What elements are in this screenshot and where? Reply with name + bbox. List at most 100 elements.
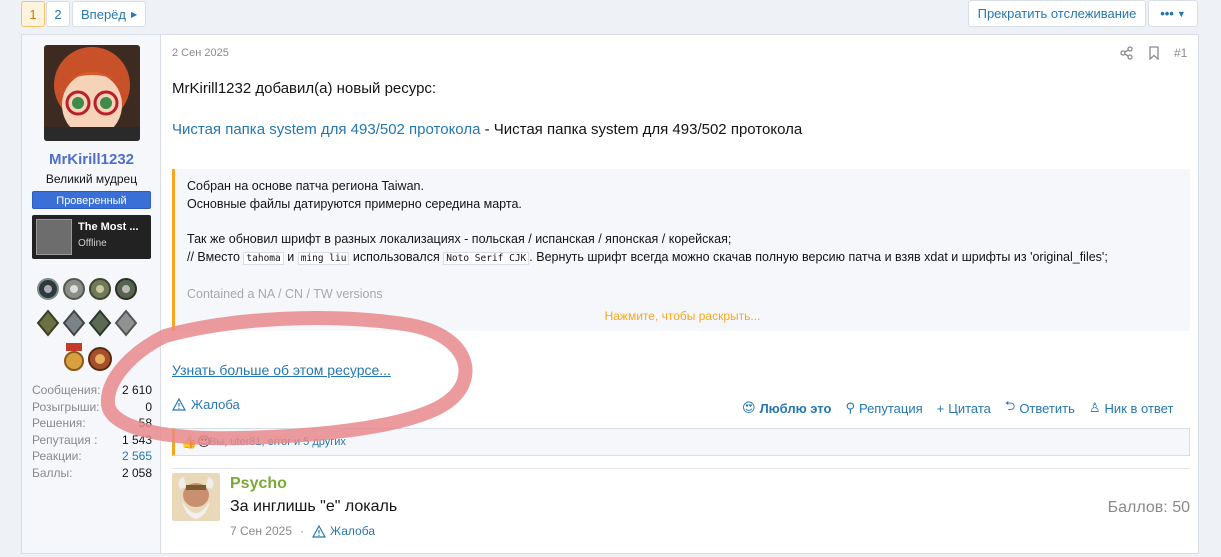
user-avatar[interactable] (44, 45, 140, 141)
stat-reactions: Реакции: 2 565 (32, 449, 152, 466)
love-label: Люблю это (759, 400, 832, 416)
stat-reputation: Репутация : 1 543 (32, 433, 152, 450)
search-icon: ⚲ (845, 400, 855, 415)
heart-eyes-icon: 😍 (742, 400, 756, 415)
resource-line: Чистая папка system для 493/502 протокол… (172, 121, 802, 138)
medal-icon (63, 278, 85, 300)
quote-line: Так же обновил шрифт в разных локализаци… (187, 232, 732, 246)
user-stats: Сообщения: 2 610 Розыгрыши: 0 Решения: 58 Р… (32, 383, 152, 482)
medal-icon (114, 309, 138, 337)
message-post: MrKirill1232 Великий мудрец Проверенный … (21, 34, 1199, 554)
warning-icon (172, 398, 186, 411)
reply-arrow-icon: ⮌ (1004, 398, 1016, 413)
next-page-label: Вперёд (81, 6, 126, 22)
user-banner: The Most ... Offline (32, 215, 151, 259)
more-label: ••• (1160, 6, 1174, 21)
chevron-down-icon: ▼ (1176, 8, 1186, 19)
reply-button[interactable]: ⮌ Ответить (1005, 397, 1075, 419)
stat-label: Репутация : (32, 432, 98, 447)
love-reaction-button[interactable]: 😍 Люблю это (742, 400, 831, 416)
learn-more-link[interactable]: Узнать больше об этом ресурсе... (172, 362, 391, 378)
quote-line: Основные файлы датируются примерно серед… (187, 197, 522, 211)
report-button[interactable]: Жалоба (172, 397, 240, 412)
pagination-bar: 1 2 Вперёд ▶ Прекратить отслеживание •••… (0, 0, 1221, 28)
mention-button[interactable]: ♙ Ник в ответ (1089, 400, 1174, 416)
warning-icon (312, 524, 327, 538)
stat-value: 2 058 (121, 465, 152, 480)
reply-meta: 7 Сен 2025 · Жалоба (230, 524, 375, 538)
page-1-button[interactable]: 1 (21, 1, 45, 27)
report-label: Жалоба (191, 397, 240, 412)
quote-text: использовался (349, 250, 444, 264)
stat-giveaways: Розыгрыши: 0 (32, 400, 152, 417)
resource-link[interactable]: Чистая папка system для 493/502 протокол… (172, 121, 480, 138)
comment-reply: Psycho За инглишь "е" локаль 7 Сен 2025 … (172, 468, 1190, 548)
page-2-button[interactable]: 2 (46, 1, 70, 27)
stat-points: Баллы: 2 058 (32, 466, 152, 483)
reply-text: За инглишь "е" локаль (230, 498, 398, 515)
resource-description: Чистая папка system для 493/502 протокол… (493, 121, 803, 138)
plus-icon: + (936, 400, 945, 416)
inline-code: Noto Serif CJK (443, 252, 530, 265)
quote-text: // Вместо (187, 250, 244, 264)
medal-icon (89, 278, 111, 300)
post-intro: MrKirill1232 добавил(а) новый ресурс: (172, 80, 437, 97)
stat-label: Сообщения: (32, 383, 101, 397)
post-date[interactable]: 2 Сен 2025 (172, 47, 229, 59)
stat-label: Реакции: (32, 449, 82, 463)
reactions-bar[interactable]: 👍😍 Вы, uter81, error и 5 других (172, 428, 1190, 456)
stat-label: Решения: (32, 416, 86, 430)
banner-title: The Most ... (78, 221, 139, 233)
reply-avatar[interactable] (172, 473, 220, 521)
next-page-button[interactable]: Вперёд ▶ (72, 1, 147, 27)
medal-icon (37, 278, 59, 300)
reply-report-button[interactable]: Жалоба (312, 524, 375, 538)
inline-code: tahoma (243, 252, 284, 265)
quote-text: и (283, 250, 298, 264)
mention-label: Ник в ответ (1104, 400, 1174, 416)
post-number[interactable]: #1 (1174, 46, 1187, 60)
user-info-panel: MrKirill1232 Великий мудрец Проверенный … (22, 35, 161, 553)
medal-icon (88, 347, 112, 371)
reply-separator: · (300, 524, 305, 538)
inline-code: ming liu (297, 252, 350, 265)
reply-points: Баллов: 50 (1107, 499, 1190, 516)
user-icon: ♙ (1088, 400, 1101, 415)
stop-watching-button[interactable]: Прекратить отслеживание (968, 0, 1146, 27)
stat-value: 2 610 (121, 383, 152, 397)
more-options-button[interactable]: ••• ▼ (1148, 0, 1198, 27)
expand-link[interactable]: Нажмите, чтобы раскрыть... (175, 309, 1190, 323)
resource-description-block: Собран на основе патча региона Taiwan. О… (172, 169, 1190, 331)
stat-label: Баллы: (32, 465, 73, 480)
share-icon[interactable] (1120, 46, 1134, 60)
reaction-emoji-icon: 👍😍 (181, 434, 211, 449)
caret-right-icon: ▶ (131, 9, 138, 19)
quote-text: . Вернуть шрифт всегда можно скачав полн… (529, 250, 1108, 264)
medal-icon (88, 309, 112, 337)
user-title: Великий мудрец (45, 172, 138, 186)
quote-button[interactable]: + Цитата (937, 401, 991, 416)
quote-label: Цитата (948, 400, 991, 416)
stat-label: Розыгрыши: (32, 399, 100, 414)
medal-icon (64, 343, 84, 371)
reactions-list[interactable]: Вы, uter81, error и 5 других (209, 436, 346, 448)
username[interactable]: MrKirill1232 (22, 151, 161, 168)
stat-value: 1 543 (121, 432, 152, 447)
stat-messages: Сообщения: 2 610 (32, 383, 152, 400)
banner-thumbnail (36, 219, 72, 255)
bookmark-icon[interactable] (1148, 46, 1160, 60)
stat-value-link[interactable]: 2 565 (122, 449, 152, 463)
medal-icon (62, 309, 86, 337)
quote-line: Собран на основе патча региона Taiwan. (187, 179, 424, 193)
quote-line: // Вместо tahoma и ming liu использовалс… (187, 250, 1108, 265)
stat-value: 0 (145, 399, 152, 414)
reply-username[interactable]: Psycho (230, 475, 287, 493)
reputation-label: Репутация (858, 400, 923, 416)
medal-icon (36, 309, 60, 337)
stat-solutions: Решения: 58 (32, 416, 152, 433)
resource-separator: - (480, 121, 494, 138)
post-actions: 😍 Люблю это ⚲ Репутация + Цитата ⮌ Ответить … (742, 397, 1173, 419)
reply-date[interactable]: 7 Сен 2025 (230, 524, 292, 538)
reply-label: Ответить (1019, 400, 1075, 416)
reputation-button[interactable]: ⚲ Репутация (845, 400, 922, 416)
